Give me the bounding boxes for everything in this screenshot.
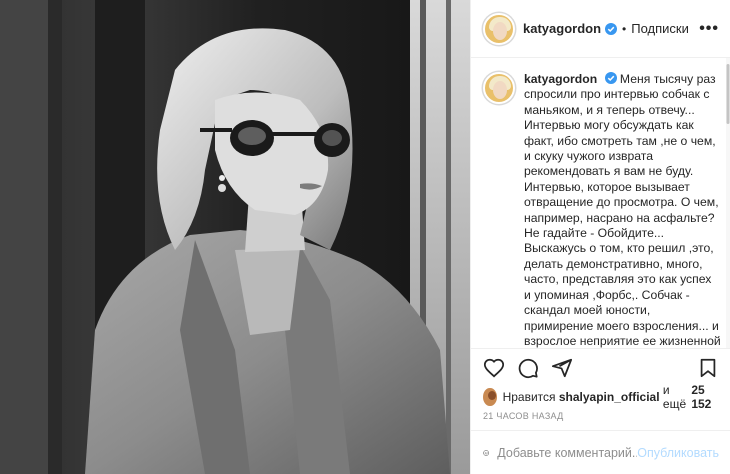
likes-prefix: Нравится: [502, 390, 556, 404]
action-icons-row: [483, 349, 719, 387]
caption-username[interactable]: katyagordon: [524, 72, 597, 86]
header-separator: •: [622, 21, 627, 36]
post-actions: Нравится shalyapin_official и ещё 25 152…: [471, 348, 730, 430]
comment-input[interactable]: [497, 445, 638, 460]
likes-count[interactable]: 25 152: [691, 383, 719, 411]
liker-username[interactable]: shalyapin_official: [559, 390, 660, 404]
post-header: katyagordon • Подписки •••: [471, 0, 730, 58]
post-photo: [0, 0, 470, 474]
caption-scrollbar[interactable]: [726, 58, 730, 348]
add-comment-bar: Опубликовать: [471, 430, 730, 474]
likes-middle: и ещё: [662, 383, 687, 411]
post-side-panel: katyagordon • Подписки ••• katyagordon М…: [470, 0, 730, 474]
paper-plane-icon[interactable]: [551, 357, 573, 379]
verified-badge-icon: [604, 72, 617, 84]
bookmark-icon[interactable]: [697, 357, 719, 379]
author-username[interactable]: katyagordon: [523, 21, 601, 36]
caption-section: katyagordon Меня тысячу раз спросили про…: [471, 58, 730, 348]
smiley-icon[interactable]: [483, 442, 489, 464]
comment-bubble-icon[interactable]: [517, 357, 539, 379]
following-button[interactable]: Подписки: [631, 21, 689, 36]
verified-badge-icon: [605, 22, 618, 35]
caption-text: Меня тысячу раз спросили про интервью со…: [524, 72, 721, 348]
author-avatar[interactable]: [483, 12, 515, 45]
caption-text-block: katyagordon Меня тысячу раз спросили про…: [524, 72, 721, 348]
likes-summary: Нравится shalyapin_official и ещё 25 152: [483, 383, 719, 411]
more-options-icon[interactable]: •••: [699, 20, 719, 38]
post-timestamp[interactable]: 21 часов назад: [483, 411, 719, 421]
post-photo-image: [0, 0, 470, 474]
publish-button[interactable]: Опубликовать: [637, 446, 719, 460]
caption-author-avatar[interactable]: [483, 72, 515, 104]
liker-avatar[interactable]: [483, 388, 497, 406]
heart-icon[interactable]: [483, 357, 505, 379]
